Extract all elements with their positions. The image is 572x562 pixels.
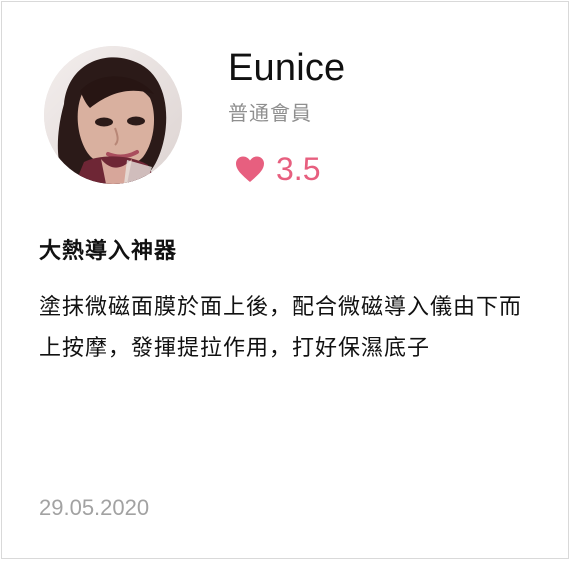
review-body: 塗抹微磁面膜於面上後，配合微磁導入儀由下而上按摩，發揮提拉作用，打好保濕底子 bbox=[39, 295, 523, 361]
rating: 3.5 bbox=[234, 147, 320, 191]
avatar bbox=[44, 46, 182, 184]
review-date: 29.05.2020 bbox=[39, 495, 150, 520]
heart-icon bbox=[234, 155, 266, 183]
review-card: Eunice 普通會員 3.5 大熱導入神器 塗抹微磁面膜於面上後，配合微磁導入… bbox=[1, 1, 569, 559]
reviewer-name: Eunice bbox=[228, 47, 346, 89]
review-title: 大熱導入神器 bbox=[39, 239, 178, 264]
rating-value: 3.5 bbox=[276, 151, 321, 187]
member-level-label: 普通會員 bbox=[228, 101, 312, 125]
